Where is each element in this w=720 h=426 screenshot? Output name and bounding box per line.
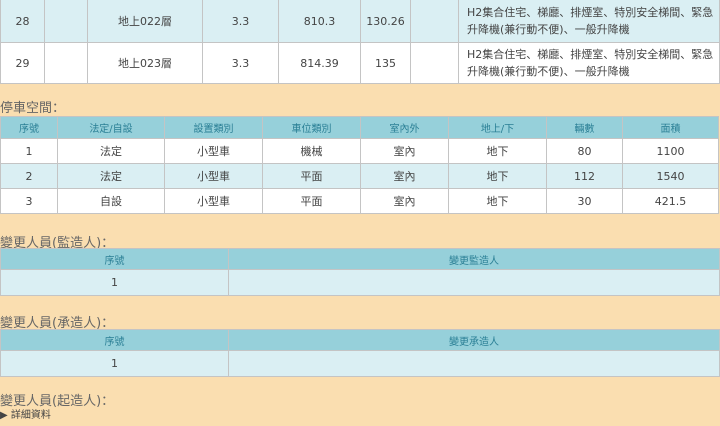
header-cell: 序號 bbox=[0, 248, 229, 270]
cell: 小型車 bbox=[164, 138, 263, 164]
cell: 地上022層 bbox=[87, 0, 203, 43]
cell: 1540 bbox=[622, 163, 719, 189]
parking-table: 序號 法定/自設 設置類別 車位類別 室內外 地上/下 輛數 面積 1 法定 小型車 機械 室內 地下 8… bbox=[0, 116, 719, 214]
cell: 421.5 bbox=[622, 188, 719, 214]
cell: 室內 bbox=[360, 163, 449, 189]
cell: 平面 bbox=[262, 188, 361, 214]
table-row: 28 地上022層 3.3 810.3 130.26 H2集合住宅、梯廳、排煙室、特別安全… bbox=[0, 0, 720, 43]
cell: H2集合住宅、梯廳、排煙室、特別安全梯間、緊急升降機(兼行動不便)、一般升降機 bbox=[458, 0, 720, 43]
table-row: 3 自設 小型車 平面 室內 地下 30 421.5 bbox=[0, 188, 719, 214]
cell: 29 bbox=[0, 42, 45, 84]
header-cell: 輛數 bbox=[546, 116, 623, 139]
header-row: 序號 法定/自設 設置類別 車位類別 室內外 地上/下 輛數 面積 bbox=[0, 116, 719, 139]
header-cell: 變更承造人 bbox=[228, 329, 720, 351]
cell bbox=[410, 42, 459, 84]
parking-title: 停車空間： bbox=[0, 101, 66, 116]
supervisor-table: 序號 變更監造人 1 bbox=[0, 248, 720, 296]
table-row: 29 地上023層 3.3 814.39 135 H2集合住宅、梯廳、排煙室、特別安全梯間… bbox=[0, 42, 720, 84]
cell: 3.3 bbox=[202, 42, 279, 84]
details-toggle[interactable]: ▶ 詳細資料 bbox=[0, 406, 51, 421]
cell: 3.3 bbox=[202, 0, 279, 43]
cell: 80 bbox=[546, 138, 623, 164]
cell: 130.26 bbox=[360, 0, 411, 43]
cell: 1 bbox=[0, 138, 58, 164]
cell: 法定 bbox=[57, 138, 165, 164]
cell: 法定 bbox=[57, 163, 165, 189]
cell bbox=[410, 0, 459, 43]
header-cell: 車位類別 bbox=[262, 116, 361, 139]
header-cell: 序號 bbox=[0, 329, 229, 351]
header-cell: 地上/下 bbox=[448, 116, 547, 139]
cell: 地下 bbox=[448, 138, 547, 164]
cell: 28 bbox=[0, 0, 45, 43]
floors-table: 28 地上022層 3.3 810.3 130.26 H2集合住宅、梯廳、排煙室、特別安全… bbox=[0, 0, 720, 84]
cell bbox=[228, 269, 720, 296]
cell: 室內 bbox=[360, 188, 449, 214]
cell: 3 bbox=[0, 188, 58, 214]
header-cell: 序號 bbox=[0, 116, 58, 139]
header-cell: 變更監造人 bbox=[228, 248, 720, 270]
cell bbox=[44, 42, 88, 84]
table-row: 1 bbox=[0, 350, 720, 377]
header-cell: 法定/自設 bbox=[57, 116, 165, 139]
cell: 1 bbox=[0, 269, 229, 296]
cell: 814.39 bbox=[278, 42, 361, 84]
cell: 30 bbox=[546, 188, 623, 214]
cell bbox=[228, 350, 720, 377]
header-cell: 面積 bbox=[622, 116, 719, 139]
cell: 1 bbox=[0, 350, 229, 377]
cell: 小型車 bbox=[164, 163, 263, 189]
cell: 2 bbox=[0, 163, 58, 189]
cell: 地下 bbox=[448, 188, 547, 214]
table-row: 1 法定 小型車 機械 室內 地下 80 1100 bbox=[0, 138, 719, 164]
header-cell: 室內外 bbox=[360, 116, 449, 139]
cell: 地上023層 bbox=[87, 42, 203, 84]
table-row: 1 bbox=[0, 269, 720, 296]
cell: 135 bbox=[360, 42, 411, 84]
cell: 地下 bbox=[448, 163, 547, 189]
cell: 小型車 bbox=[164, 188, 263, 214]
header-cell: 設置類別 bbox=[164, 116, 263, 139]
cell: 810.3 bbox=[278, 0, 361, 43]
cell bbox=[44, 0, 88, 43]
cell: 112 bbox=[546, 163, 623, 189]
table-row: 2 法定 小型車 平面 室內 地下 112 1540 bbox=[0, 163, 719, 189]
cell: 自設 bbox=[57, 188, 165, 214]
cell: 室內 bbox=[360, 138, 449, 164]
cell: 1100 bbox=[622, 138, 719, 164]
cell: H2集合住宅、梯廳、排煙室、特別安全梯間、緊急升降機(兼行動不便)、一般升降機 bbox=[458, 42, 720, 84]
cell: 平面 bbox=[262, 163, 361, 189]
contractor-table: 序號 變更承造人 1 bbox=[0, 329, 720, 377]
cell: 機械 bbox=[262, 138, 361, 164]
